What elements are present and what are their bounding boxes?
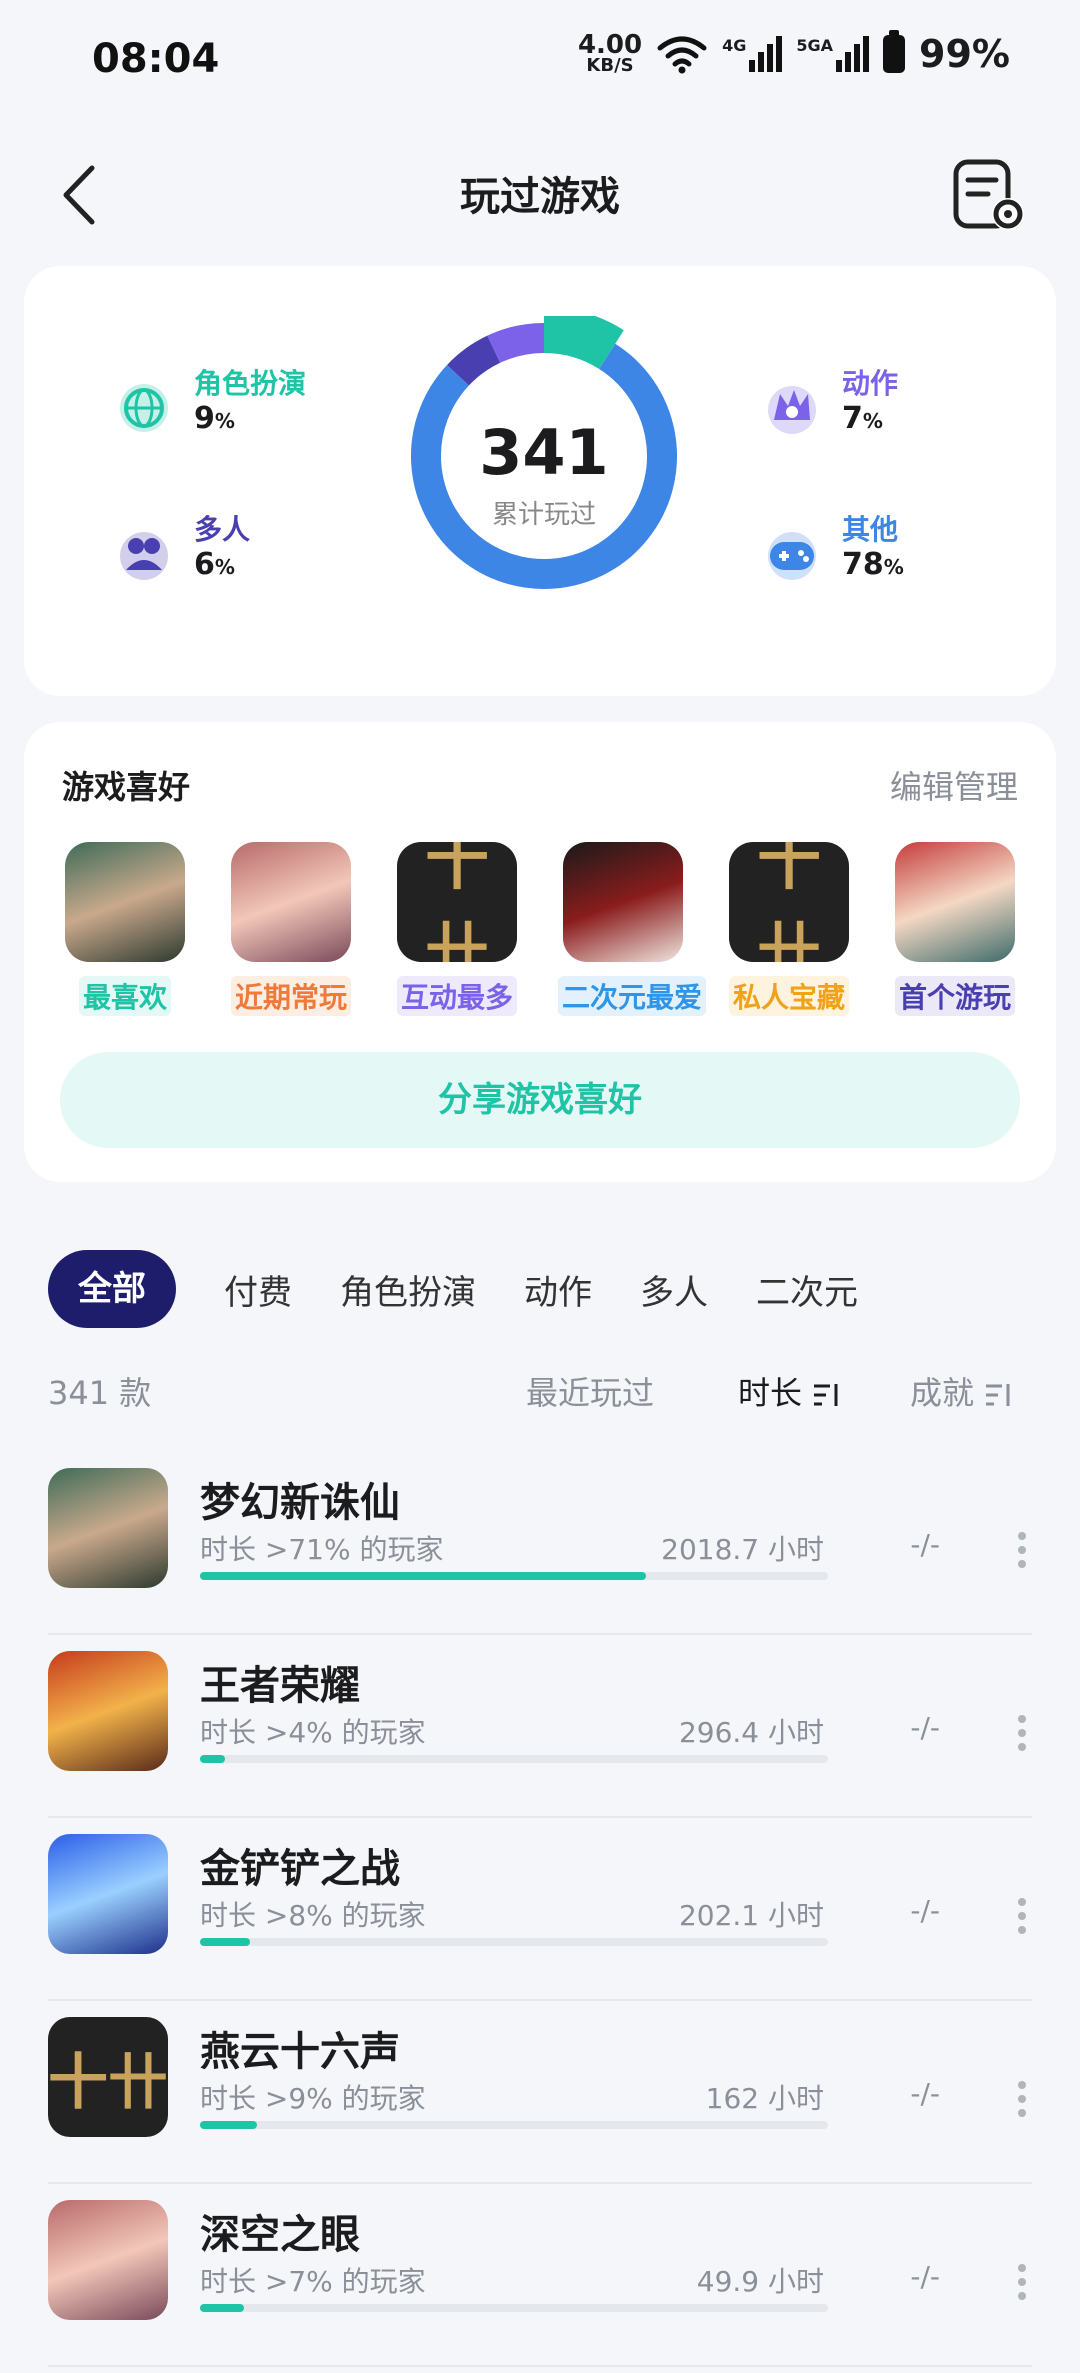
game-rank-text: 时长 >4% 的玩家 — [200, 1716, 426, 1749]
playtime-progress-fill — [200, 1938, 251, 1946]
game-row[interactable]: 梦幻新诛仙 时长 >71% 的玩家 2018.7 小时 -/- — [48, 1452, 1032, 1635]
game-icon — [48, 1834, 168, 1954]
preference-item[interactable]: 最喜欢 — [60, 842, 190, 1016]
preference-title: 游戏喜好 — [62, 768, 191, 806]
game-hours: 162 小时 — [705, 2082, 824, 2115]
signal-5ga-icon: 5GA — [796, 36, 870, 72]
sort-playtime[interactable]: 时长 — [738, 1368, 840, 1414]
game-count: 341 款 — [48, 1374, 152, 1412]
game-icon-first — [895, 842, 1015, 962]
sort-icon — [814, 1384, 838, 1406]
total-played-label: 累计玩过 — [491, 500, 596, 530]
game-achievement: -/- — [910, 1528, 940, 1561]
game-name: 燕云十六声 — [200, 2029, 400, 2075]
game-icon-yysls: 十卄 — [729, 842, 849, 962]
playtime-progress-fill — [200, 2121, 257, 2129]
game-name: 王者荣耀 — [200, 1663, 360, 1709]
game-hours: 296.4 小时 — [678, 1716, 824, 1749]
more-options-icon[interactable] — [1012, 1528, 1032, 1568]
game-rank-text: 时长 >71% 的玩家 — [200, 1533, 444, 1566]
network-speed: 4.00 KB/S — [577, 30, 643, 76]
sort-recent[interactable]: 最近玩过 — [526, 1368, 654, 1414]
page-title: 玩过游戏 — [460, 174, 620, 220]
game-achievement: -/- — [910, 2260, 940, 2293]
category-other[interactable]: 其他 78% — [764, 512, 904, 584]
category-multiplayer[interactable]: 多人 6% — [116, 512, 250, 584]
sort-achievement[interactable]: 成就 — [910, 1368, 1012, 1414]
battery-level: 99% — [919, 32, 1010, 76]
edit-manage-link[interactable]: 编辑管理 — [890, 762, 1018, 808]
game-name: 金铲铲之战 — [200, 1846, 400, 1892]
game-row[interactable]: 王者荣耀 时长 >4% 的玩家 296.4 小时 -/- — [48, 1635, 1032, 1818]
game-hours: 2018.7 小时 — [661, 1533, 824, 1566]
game-name: 梦幻新诛仙 — [200, 1480, 400, 1526]
donut-slice-multiplayer — [447, 335, 501, 386]
game-preference-card: 游戏喜好 编辑管理 最喜欢 近期常玩 十卄 互动最多 二次元最爱 十卄 私人宝藏… — [24, 722, 1056, 1182]
tab-anime[interactable]: 二次元 — [756, 1265, 858, 1314]
status-time: 08:04 — [92, 36, 220, 82]
gamepad-icon — [768, 532, 816, 580]
game-row[interactable]: 金铲铲之战 时长 >8% 的玩家 202.1 小时 -/- — [48, 1818, 1032, 2001]
wifi-icon — [657, 36, 707, 74]
globe-icon — [120, 384, 168, 432]
more-options-icon[interactable] — [1012, 1711, 1032, 1751]
signal-4g-icon: 4G — [722, 36, 783, 72]
game-achievement: -/- — [910, 2077, 940, 2110]
game-icon — [48, 1651, 168, 1771]
game-name: 深空之眼 — [200, 2212, 360, 2258]
stats-card: 角色扮演 9% 多人 6% 动作 7% 其他 78% 341 累计玩过 — [24, 266, 1056, 696]
category-action[interactable]: 动作 7% — [764, 366, 898, 438]
more-options-icon[interactable] — [1012, 2077, 1032, 2117]
more-options-icon[interactable] — [1012, 1894, 1032, 1934]
playtime-progress-bar — [200, 2304, 828, 2312]
game-icon-punishing — [563, 842, 683, 962]
preference-item[interactable]: 十卄 私人宝藏 — [724, 842, 854, 1016]
playtime-progress-fill — [200, 1572, 646, 1580]
action-icon — [768, 386, 816, 434]
share-preference-button[interactable]: 分享游戏喜好 — [60, 1052, 1020, 1148]
game-rank-text: 时长 >7% 的玩家 — [200, 2265, 426, 2298]
game-icon-yysls: 十卄 — [397, 842, 517, 962]
playtime-progress-bar — [200, 1755, 828, 1763]
tab-roleplay[interactable]: 角色扮演 — [340, 1265, 476, 1314]
list-settings-icon[interactable] — [950, 156, 1030, 236]
game-hours: 202.1 小时 — [678, 1899, 824, 1932]
preference-item[interactable]: 二次元最爱 — [558, 842, 707, 1016]
game-row[interactable]: 深空之眼 时长 >7% 的玩家 49.9 小时 -/- — [48, 2184, 1032, 2367]
preference-item[interactable]: 近期常玩 — [226, 842, 356, 1016]
playtime-progress-fill — [200, 1755, 226, 1763]
game-rank-text: 时长 >8% 的玩家 — [200, 1899, 426, 1932]
donut-slice-globe — [543, 316, 624, 370]
game-hours: 49.9 小时 — [696, 2265, 824, 2298]
tab-all[interactable]: 全部 — [48, 1250, 176, 1328]
total-played-count: 341 — [479, 416, 609, 489]
preference-item[interactable]: 十卄 互动最多 — [392, 842, 522, 1016]
preference-item[interactable]: 首个游玩 — [890, 842, 1020, 1016]
game-icon-mhxzx — [65, 842, 185, 962]
donut-slice-action — [487, 323, 545, 364]
more-options-icon[interactable] — [1012, 2260, 1032, 2300]
tab-paid[interactable]: 付费 — [224, 1265, 292, 1314]
game-achievement: -/- — [910, 1894, 940, 1927]
sort-icon — [986, 1384, 1010, 1406]
category-roleplay[interactable]: 角色扮演 9% — [116, 366, 306, 438]
game-icon — [48, 1468, 168, 1588]
playtime-progress-fill — [200, 2304, 244, 2312]
playtime-progress-bar — [200, 1572, 828, 1580]
battery-icon — [883, 30, 906, 73]
game-rank-text: 时长 >9% 的玩家 — [200, 2082, 426, 2115]
tab-action[interactable]: 动作 — [524, 1265, 592, 1314]
game-icon — [48, 2200, 168, 2320]
category-tabs: 全部 付费 角色扮演 动作 多人 二次元 — [48, 1250, 906, 1328]
game-row[interactable]: 十卄 燕云十六声 时长 >9% 的玩家 162 小时 -/- — [48, 2001, 1032, 2184]
game-icon-skzy — [231, 842, 351, 962]
multiplayer-icon — [120, 532, 168, 580]
status-icons: 4.00 KB/S 4G 5GA 99% — [577, 30, 1010, 76]
game-achievement: -/- — [910, 1711, 940, 1744]
game-icon: 十卄 — [48, 2017, 168, 2137]
playtime-progress-bar — [200, 1938, 828, 1946]
tab-multiplayer[interactable]: 多人 — [640, 1265, 708, 1314]
playtime-progress-bar — [200, 2121, 828, 2129]
